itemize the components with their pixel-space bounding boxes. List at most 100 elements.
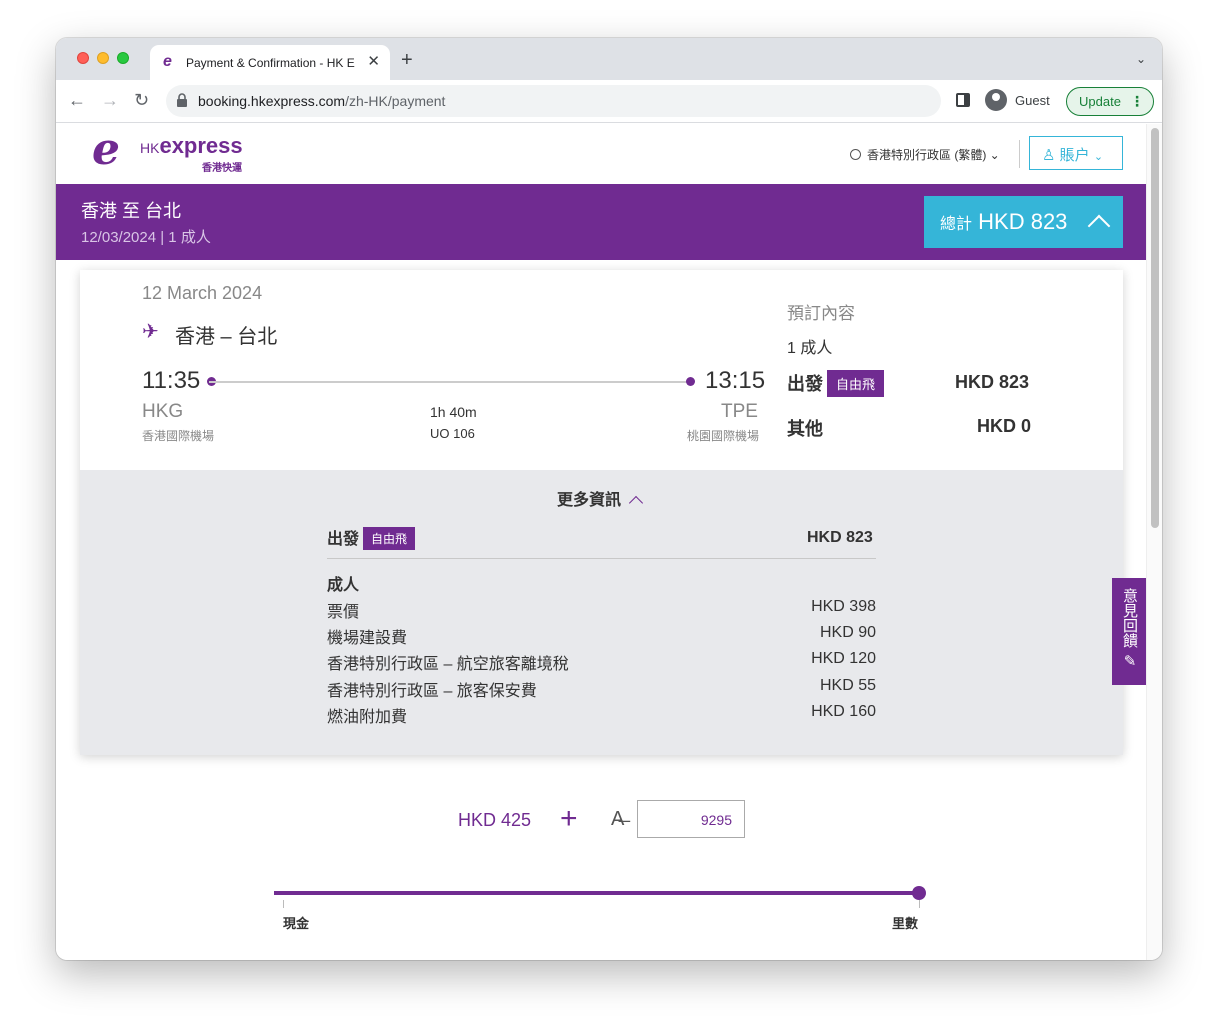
web-page: e HKexpress 香港快運 香港特別行政區 (繁體) ⌄ ♙ 賬户 ⌄ 香… bbox=[56, 124, 1146, 960]
hkexpress-favicon-icon: e bbox=[163, 53, 172, 70]
update-button[interactable]: Update ⋮ bbox=[1066, 87, 1154, 116]
detail-divider bbox=[327, 558, 876, 559]
summary-title: 預訂內容 bbox=[787, 304, 855, 323]
fee-label: 香港特別行政區 – 旅客保安費 bbox=[327, 683, 537, 700]
detail-departure: 出發 自由飛 bbox=[327, 525, 416, 550]
language-label: 香港特別行政區 (繁體) bbox=[867, 148, 987, 162]
globe-icon bbox=[850, 149, 861, 160]
new-tab-icon[interactable]: + bbox=[401, 50, 413, 70]
pencil-icon: ✎ bbox=[1121, 652, 1138, 671]
miles-input[interactable]: 9295 bbox=[637, 800, 745, 838]
fee-amount: HKD 90 bbox=[819, 624, 876, 641]
summary-passengers: 1 成人 bbox=[787, 340, 833, 357]
tab-title: Payment & Confirmation - HK E bbox=[186, 56, 355, 70]
browser-toolbar: ← → ↻ booking.hkexpress.com/zh-HK/paymen… bbox=[56, 80, 1162, 123]
miles-value: 9295 bbox=[700, 812, 732, 828]
chevron-down-icon: ⌄ bbox=[1093, 151, 1104, 163]
fee-amount: HKD 160 bbox=[811, 703, 876, 720]
fee-amount: HKD 120 bbox=[811, 650, 876, 667]
url-path: /zh-HK/payment bbox=[345, 93, 446, 109]
language-selector[interactable]: 香港特別行政區 (繁體) ⌄ bbox=[850, 146, 1000, 163]
slider-fill bbox=[274, 891, 919, 895]
detail-departure-amount: HKD 823 bbox=[807, 529, 873, 546]
summary-other-label: 其他 bbox=[787, 419, 823, 439]
hkexpress-logo[interactable]: e HKexpress 香港快運 bbox=[92, 128, 262, 175]
timeline-end-dot bbox=[686, 377, 695, 386]
zoom-window-button[interactable] bbox=[117, 52, 129, 64]
chevron-down-icon: ⌄ bbox=[989, 148, 1000, 162]
update-label: Update bbox=[1079, 94, 1121, 109]
logo-chinese: 香港快運 bbox=[202, 163, 242, 174]
logo-mark: e bbox=[92, 124, 120, 175]
forward-arrow-icon[interactable]: → bbox=[101, 89, 119, 111]
departure-code: HKG bbox=[142, 401, 184, 422]
summary-departure-amount: HKD 823 bbox=[955, 372, 1030, 392]
user-icon: ♙ bbox=[1042, 147, 1056, 164]
plane-takeoff-icon: ✈ bbox=[142, 321, 159, 343]
browser-window: e Payment & Confirmation - HK E ✕ + ⌄ ← … bbox=[56, 38, 1162, 960]
address-bar[interactable]: booking.hkexpress.com/zh-HK/payment bbox=[166, 85, 941, 117]
browser-tab[interactable]: e Payment & Confirmation - HK E ✕ bbox=[150, 45, 390, 80]
summary-departure: 出發 自由飛 bbox=[787, 370, 885, 397]
tab-strip: e Payment & Confirmation - HK E ✕ + ⌄ bbox=[56, 38, 1162, 80]
cash-amount: HKD 425 bbox=[458, 810, 532, 830]
arrival-code: TPE bbox=[721, 401, 758, 422]
header-divider bbox=[1019, 140, 1020, 168]
departure-time: 11:35 bbox=[142, 367, 201, 394]
account-button[interactable]: ♙ 賬户 ⌄ bbox=[1029, 136, 1123, 170]
logo-wordmark: HKexpress bbox=[140, 133, 243, 158]
fee-label: 香港特別行政區 – 航空旅客離境稅 bbox=[327, 656, 569, 673]
profile-button[interactable]: Guest bbox=[982, 86, 1062, 116]
fee-amount: HKD 398 bbox=[811, 598, 876, 615]
avatar-icon bbox=[985, 89, 1007, 111]
chevron-up-icon bbox=[1087, 214, 1111, 238]
trip-banner: 香港 至 台北 12/03/2024 | 1 成人 總計 HKD 823 bbox=[56, 184, 1146, 260]
slider-label-cash: 現金 bbox=[283, 916, 310, 931]
fee-amount: HKD 55 bbox=[819, 677, 876, 694]
more-info-panel: 更多資訊 出發 自由飛 HKD 823 成人 票價 HKD 398 機場建設費 H… bbox=[80, 470, 1123, 755]
tab-search-chevron-icon[interactable]: ⌄ bbox=[1136, 52, 1146, 66]
fee-label: 燃油附加費 bbox=[327, 709, 408, 726]
total-price-toggle[interactable]: 總計 HKD 823 bbox=[924, 196, 1123, 248]
fare-badge: 自由飛 bbox=[363, 527, 416, 550]
account-label: ♙ 賬户 ⌄ bbox=[1042, 147, 1104, 164]
asia-miles-icon: A̶ bbox=[611, 808, 625, 830]
more-info-toggle[interactable]: 更多資訊 bbox=[557, 486, 644, 511]
profile-label: Guest bbox=[1015, 93, 1050, 108]
arrival-time: 13:15 bbox=[705, 367, 766, 394]
fee-label: 票價 bbox=[327, 604, 360, 621]
chevron-up-icon bbox=[628, 495, 644, 511]
side-panel-icon[interactable] bbox=[956, 93, 970, 107]
url-text: booking.hkexpress.com/zh-HK/payment bbox=[198, 93, 445, 109]
flight-duration: 1h 40m bbox=[430, 404, 477, 420]
trip-route: 香港 至 台北 bbox=[81, 201, 182, 221]
passenger-group-label: 成人 bbox=[327, 577, 360, 594]
flight-route: 香港 – 台北 bbox=[175, 326, 278, 348]
fee-label: 機場建設費 bbox=[327, 630, 408, 647]
close-tab-icon[interactable]: ✕ bbox=[367, 53, 380, 71]
flight-timeline bbox=[209, 381, 691, 383]
page-scrollbar[interactable] bbox=[1146, 124, 1162, 960]
arrival-airport: 桃園國際機場 bbox=[687, 429, 760, 443]
flight-number: UO 106 bbox=[430, 426, 475, 441]
feedback-label: 意見回饋 ✎ bbox=[1121, 588, 1138, 671]
trip-date-passengers: 12/03/2024 | 1 成人 bbox=[81, 229, 211, 246]
flight-date: 12 March 2024 bbox=[142, 283, 263, 303]
scrollbar-thumb[interactable] bbox=[1151, 128, 1159, 528]
slider-handle[interactable] bbox=[912, 886, 926, 900]
reload-icon[interactable]: ↻ bbox=[134, 89, 149, 111]
feedback-tab[interactable]: 意見回饋 ✎ bbox=[1112, 578, 1146, 685]
cash-miles-slider[interactable] bbox=[274, 891, 919, 895]
booking-summary-card: 12 March 2024 ✈ 香港 – 台北 11:35 13:15 HKG … bbox=[80, 270, 1123, 755]
plus-icon: + bbox=[560, 802, 578, 835]
slider-tick-left bbox=[283, 900, 284, 908]
more-vert-icon: ⋮ bbox=[1130, 93, 1144, 109]
close-window-button[interactable] bbox=[77, 52, 89, 64]
back-arrow-icon[interactable]: ← bbox=[68, 89, 86, 111]
minimize-window-button[interactable] bbox=[97, 52, 109, 64]
slider-tick-right bbox=[919, 900, 920, 908]
lock-icon bbox=[177, 93, 187, 107]
summary-other-amount: HKD 0 bbox=[977, 416, 1032, 436]
url-host: booking.hkexpress.com bbox=[198, 93, 346, 109]
total-price: 總計 HKD 823 bbox=[940, 209, 1068, 234]
